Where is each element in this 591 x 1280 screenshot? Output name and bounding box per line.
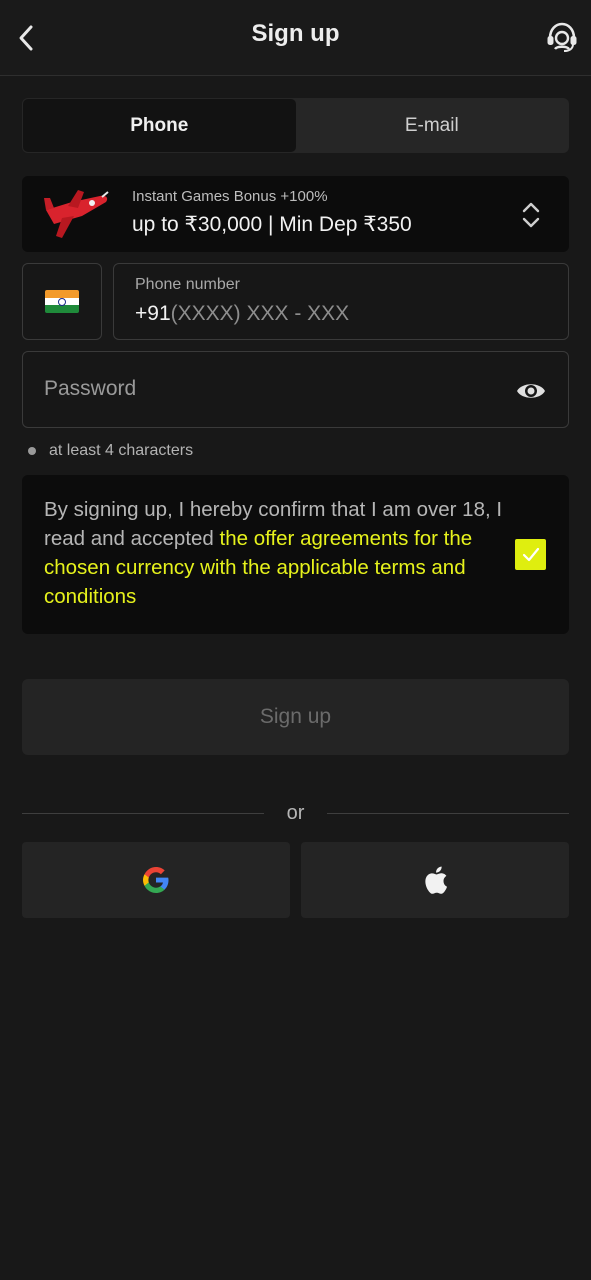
country-selector[interactable] (22, 263, 102, 340)
bonus-details: up to ₹30,000 | Min Dep ₹350 (132, 213, 412, 236)
divider-line-right (327, 813, 569, 814)
signup-method-tabs: Phone E-mail (22, 98, 569, 153)
terms-checkbox[interactable] (515, 539, 546, 570)
phone-prefix: +91 (135, 302, 171, 325)
or-divider: or (22, 800, 569, 828)
checkmark-icon (522, 547, 539, 561)
eye-icon (517, 384, 545, 398)
tab-phone[interactable]: Phone (23, 99, 296, 152)
phone-number-value: +91(XXXX) XXX - XXX (135, 302, 349, 326)
signup-button[interactable]: Sign up (22, 679, 569, 755)
app-header: Sign up (0, 0, 591, 76)
bullet-icon (28, 447, 36, 455)
bonus-selector[interactable]: Instant Games Bonus +100% up to ₹30,000 … (22, 176, 569, 252)
password-field[interactable]: Password (22, 351, 569, 428)
support-button[interactable] (543, 18, 581, 56)
google-icon (143, 867, 169, 893)
phone-number-field[interactable]: Phone number +91(XXXX) XXX - XXX (113, 263, 569, 340)
password-hint: at least 4 characters (28, 442, 193, 460)
password-hint-text: at least 4 characters (49, 442, 194, 459)
password-visibility-toggle[interactable] (514, 374, 548, 408)
apple-signin-button[interactable] (301, 842, 569, 918)
google-signin-button[interactable] (22, 842, 290, 918)
chevron-up-down-icon (522, 202, 540, 228)
terms-panel: By signing up, I hereby confirm that I a… (22, 475, 569, 634)
phone-mask: (XXXX) XXX - XXX (170, 302, 350, 325)
phone-number-label: Phone number (135, 276, 240, 293)
tab-email[interactable]: E-mail (296, 99, 569, 152)
airplane-icon (44, 190, 109, 238)
apple-icon (425, 866, 447, 894)
india-flag-icon (45, 290, 79, 313)
bonus-title: Instant Games Bonus +100% (132, 188, 328, 205)
headset-support-icon (547, 22, 577, 52)
page-title: Sign up (251, 20, 340, 47)
password-placeholder: Password (44, 377, 137, 400)
terms-text: By signing up, I hereby confirm that I a… (44, 495, 504, 611)
